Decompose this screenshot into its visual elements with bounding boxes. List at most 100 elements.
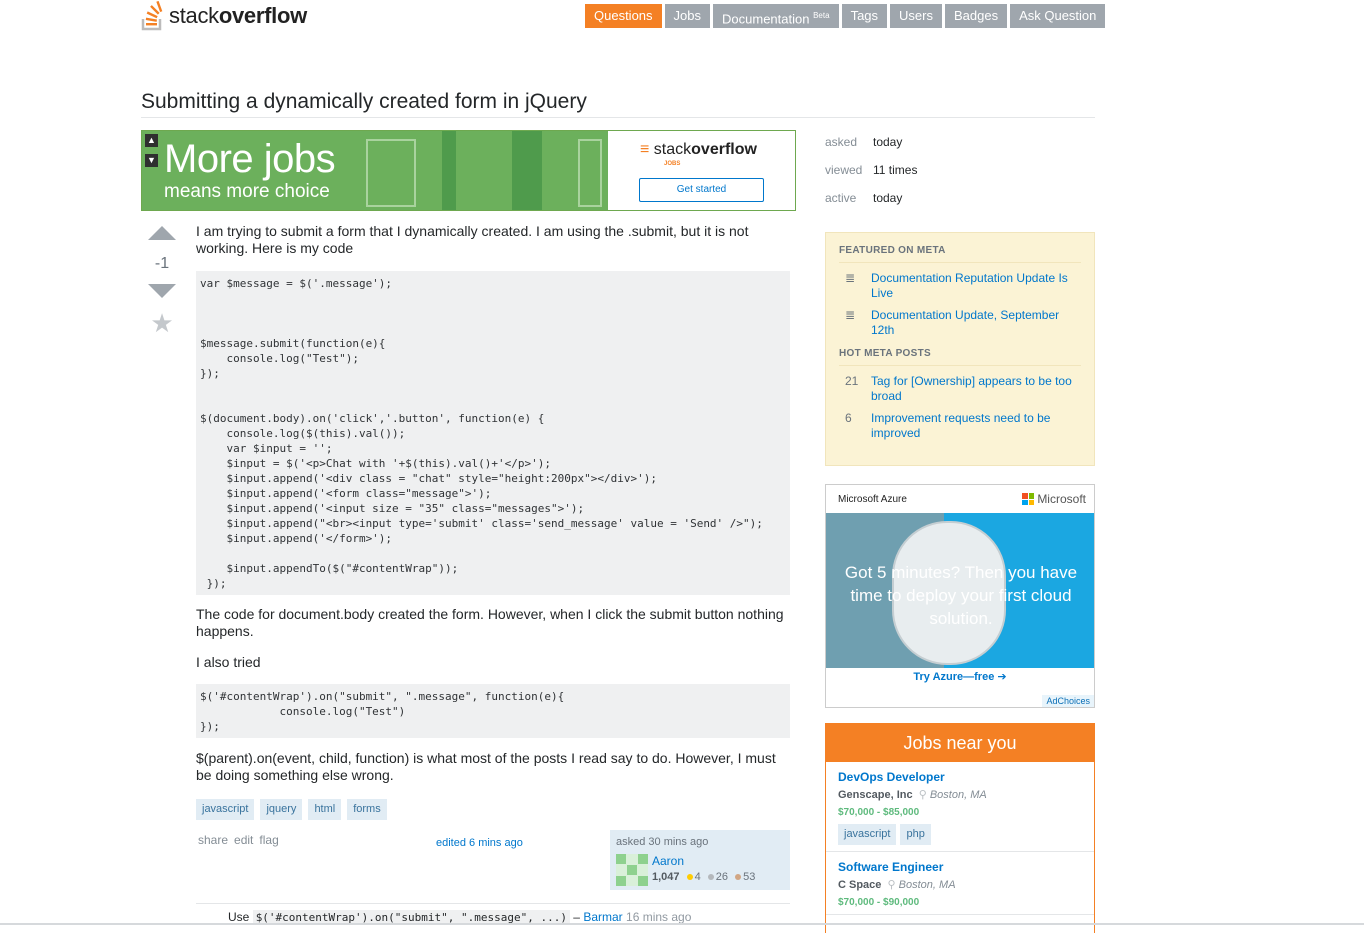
logo-text: stackoverflow bbox=[169, 3, 307, 28]
nav-badges[interactable]: Badges bbox=[944, 4, 1008, 28]
nav-ask-question[interactable]: Ask Question bbox=[1010, 4, 1106, 28]
divider bbox=[839, 365, 1081, 366]
gold-badge-count: 4 bbox=[694, 871, 701, 883]
hot-meta-posts-heading: HOT META POSTS bbox=[839, 348, 931, 359]
divider bbox=[839, 262, 1081, 263]
job-title[interactable]: DevOps Developer bbox=[838, 770, 1082, 784]
question-body-paragraph-3: I also tried bbox=[196, 654, 261, 670]
edit-link[interactable]: edit bbox=[234, 833, 253, 847]
job-salary: $70,000 - $90,000 bbox=[838, 897, 920, 908]
comment-time[interactable]: 16 mins ago bbox=[626, 910, 691, 924]
thumbs-down-icon[interactable]: ▼ bbox=[145, 154, 158, 167]
job-tags: javascript php bbox=[838, 824, 1082, 845]
upvote-arrow-icon[interactable] bbox=[148, 226, 176, 240]
bronze-badge-count: 53 bbox=[743, 871, 756, 883]
job-listing: Software Engineer C Space ⚲ Boston, MA $… bbox=[826, 852, 1094, 915]
hot-post-count: 21 bbox=[845, 374, 859, 388]
owner-username[interactable]: Aaron bbox=[652, 854, 684, 868]
thumbs-up-icon[interactable]: ▲ bbox=[145, 134, 158, 147]
stackoverflow-logo-icon bbox=[141, 0, 165, 31]
silver-badge-count: 26 bbox=[715, 871, 729, 883]
stackoverflow-meta-icon: ≣ bbox=[845, 308, 856, 322]
question-stats: asked today viewed 11 times active today bbox=[825, 128, 917, 212]
nav-questions[interactable]: Questions bbox=[585, 4, 662, 28]
tag-html[interactable]: html bbox=[308, 799, 342, 820]
nav-jobs[interactable]: Jobs bbox=[664, 4, 711, 28]
stackoverflow-logo[interactable]: stackoverflow bbox=[141, 0, 307, 32]
owner-reputation: 1,047 4 26 53 bbox=[652, 871, 755, 883]
question-body-paragraph-4: $(parent).on(event, child, function) is … bbox=[196, 750, 776, 783]
share-link[interactable]: share bbox=[198, 833, 228, 847]
job-listing: DevOps Developer Genscape, Inc ⚲ Boston,… bbox=[826, 762, 1094, 852]
stat-value[interactable]: today bbox=[873, 184, 902, 212]
avatar[interactable] bbox=[616, 854, 648, 886]
jobs-banner-ad[interactable]: ▲ ▼ More jobs means more choice ≡ stacko… bbox=[141, 130, 796, 211]
get-started-button[interactable]: Get started bbox=[639, 178, 764, 202]
owner-signature: asked 30 mins ago Aaron 1,047 4 26 53 bbox=[610, 830, 790, 890]
microsoft-label: Microsoft bbox=[1037, 492, 1086, 506]
job-location: Boston, MA bbox=[929, 789, 987, 801]
question-tags: javascript jquery html forms bbox=[196, 799, 387, 820]
asked-time: asked 30 mins ago bbox=[616, 836, 709, 848]
job-title[interactable]: Software Engineer bbox=[838, 860, 1082, 874]
job-company: C Space ⚲ Boston, MA bbox=[838, 878, 1082, 891]
question-body-paragraph-1: I am trying to submit a form that I dyna… bbox=[196, 223, 749, 256]
nav-documentation[interactable]: Documentation Beta bbox=[713, 4, 839, 28]
stat-label: asked bbox=[825, 135, 858, 149]
so-logo-icon: ≡ bbox=[640, 141, 650, 158]
tag-javascript[interactable]: javascript bbox=[196, 799, 255, 820]
banner-subline: means more choice bbox=[164, 181, 330, 202]
gold-badge-icon bbox=[686, 874, 693, 880]
code-block-2: $('#contentWrap').on("submit", ".message… bbox=[196, 684, 790, 738]
edited-link[interactable]: edited 6 mins ago bbox=[436, 837, 523, 849]
stat-active: active today bbox=[825, 184, 917, 212]
banner-headline: More jobs bbox=[164, 137, 336, 181]
jobs-heading[interactable]: Jobs near you bbox=[826, 724, 1094, 762]
ad-image: Got 5 minutes? Then you have time to dep… bbox=[826, 513, 1094, 668]
vote-count: -1 bbox=[154, 255, 170, 272]
hot-post-link[interactable]: Improvement requests need to be improved bbox=[871, 411, 1081, 441]
flag-link[interactable]: flag bbox=[259, 833, 278, 847]
adchoices-label[interactable]: AdChoices bbox=[1042, 695, 1094, 707]
featured-link[interactable]: Documentation Update, September 12th bbox=[871, 308, 1081, 338]
tag-forms[interactable]: forms bbox=[347, 799, 387, 820]
hot-meta-item: 21 Tag for [Ownership] appears to be too… bbox=[839, 374, 1081, 404]
downvote-arrow-icon[interactable] bbox=[148, 284, 176, 298]
comment: Use $('#contentWrap').on("submit", ".mes… bbox=[228, 910, 691, 925]
stat-value: 11 times bbox=[873, 163, 918, 177]
hot-post-link[interactable]: Tag for [Ownership] appears to be too br… bbox=[871, 374, 1081, 404]
comment-dash: – bbox=[573, 910, 580, 924]
stat-viewed: viewed 11 times bbox=[825, 156, 917, 184]
comment-user-link[interactable]: Barmar bbox=[583, 910, 622, 924]
featured-on-meta-heading: FEATURED ON META bbox=[839, 245, 946, 256]
featured-item: ≣ Documentation Reputation Update Is Liv… bbox=[839, 271, 1081, 301]
code-block-1: var $message = $('.message'); $message.s… bbox=[196, 271, 790, 595]
bronze-badge-icon bbox=[735, 874, 742, 880]
favorite-star-icon[interactable]: ★ bbox=[148, 308, 176, 339]
azure-brand: Microsoft Azure bbox=[838, 493, 907, 505]
ad-header: Microsoft Azure Microsoft bbox=[826, 485, 1094, 513]
hot-meta-item: 6 Improvement requests need to be improv… bbox=[839, 411, 1081, 441]
featured-item: ≣ Documentation Update, September 12th bbox=[839, 308, 1081, 338]
comment-divider bbox=[196, 903, 790, 904]
featured-link[interactable]: Documentation Reputation Update Is Live bbox=[871, 271, 1081, 301]
microsoft-logo: Microsoft bbox=[1022, 492, 1086, 506]
stat-value[interactable]: today bbox=[873, 128, 902, 156]
try-azure-link[interactable]: Try Azure—free ➔ bbox=[826, 670, 1094, 683]
company-name: C Space bbox=[838, 879, 882, 891]
tag-php[interactable]: php bbox=[900, 824, 931, 845]
top-nav: Questions Jobs Documentation Beta Tags U… bbox=[585, 4, 1106, 28]
jobs-near-you: Jobs near you DevOps Developer Genscape,… bbox=[825, 723, 1095, 933]
comment-prefix: Use bbox=[228, 910, 250, 924]
tag-jquery[interactable]: jquery bbox=[260, 799, 303, 820]
tag-javascript[interactable]: javascript bbox=[838, 824, 897, 845]
door-illustration bbox=[366, 139, 416, 207]
nav-tags[interactable]: Tags bbox=[841, 4, 888, 28]
arrow-circle-icon: ➔ bbox=[997, 671, 1007, 683]
question-title[interactable]: Submitting a dynamically created form in… bbox=[141, 90, 587, 114]
jobs-tag: JOBS bbox=[664, 161, 681, 167]
azure-ad[interactable]: Microsoft Azure Microsoft Got 5 minutes?… bbox=[825, 484, 1095, 708]
nav-users[interactable]: Users bbox=[890, 4, 942, 28]
banner-right-panel: ≡ stackoverflow JOBS Get started bbox=[608, 131, 795, 210]
decor-bar bbox=[442, 131, 456, 210]
